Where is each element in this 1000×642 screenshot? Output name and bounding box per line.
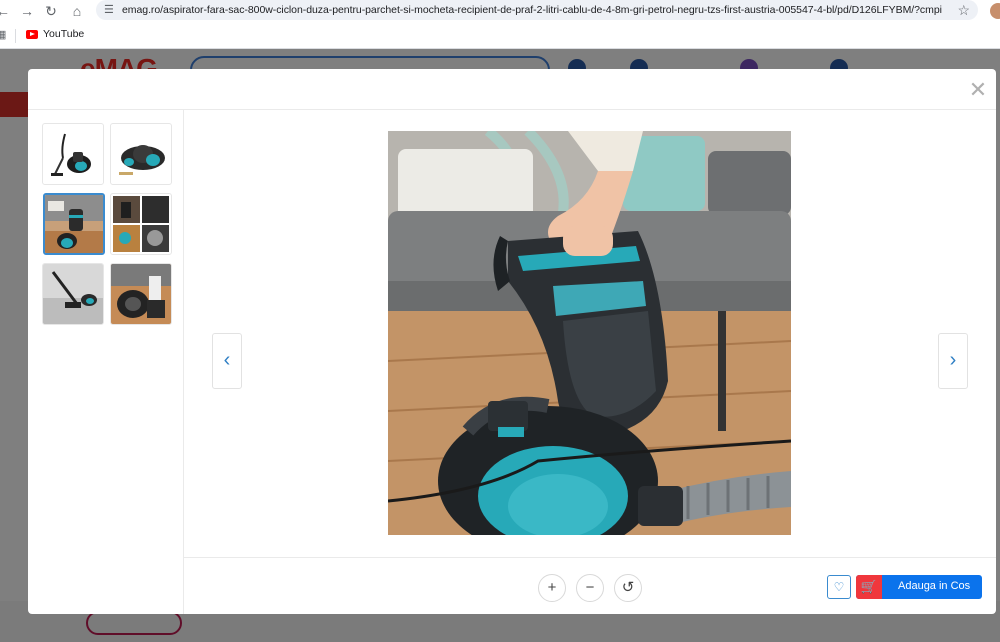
home-icon[interactable]: ⌂ bbox=[68, 2, 86, 20]
chevron-right-icon[interactable]: › bbox=[938, 333, 968, 389]
bookmarks-bar: ▦ YouTube bbox=[0, 22, 1000, 49]
modal-footer: + − ↺ ♡ 🛒 Adauga in Cos bbox=[184, 557, 996, 615]
thumbnail-5[interactable] bbox=[42, 263, 104, 325]
bookmark-youtube-label: YouTube bbox=[43, 28, 85, 40]
product-main-image[interactable] bbox=[388, 131, 791, 535]
favorite-button[interactable]: ♡ bbox=[827, 575, 851, 599]
thumbnail-1[interactable] bbox=[42, 123, 104, 185]
close-icon[interactable]: ✕ bbox=[966, 78, 990, 102]
address-bar[interactable]: ☰ emag.ro/aspirator-fara-sac-800w-ciclon… bbox=[96, 0, 978, 20]
reload-icon[interactable]: ↻ bbox=[42, 2, 60, 20]
apps-icon[interactable]: ▦ bbox=[0, 28, 6, 41]
image-gallery-modal: ✕ ‹ › + − ↺ ♡ 🛒 Adauga in Cos bbox=[28, 69, 996, 614]
main-image-viewer: ‹ › bbox=[184, 109, 996, 557]
add-to-cart-label: Adauga in Cos bbox=[898, 580, 971, 592]
thumbnail-4[interactable] bbox=[110, 193, 172, 255]
thumbnail-list bbox=[28, 109, 184, 614]
thumbnail-2[interactable] bbox=[110, 123, 172, 185]
youtube-icon bbox=[26, 29, 38, 39]
back-icon[interactable]: ← bbox=[0, 2, 12, 20]
forward-icon[interactable]: → bbox=[18, 2, 36, 20]
profile-avatar[interactable] bbox=[990, 3, 1000, 19]
thumbnail-6[interactable] bbox=[110, 263, 172, 325]
address-url[interactable]: emag.ro/aspirator-fara-sac-800w-ciclon-d… bbox=[122, 3, 942, 17]
add-to-cart-button[interactable]: 🛒 Adauga in Cos bbox=[856, 575, 982, 599]
site-settings-icon[interactable]: ☰ bbox=[104, 3, 118, 17]
cart-icon: 🛒 bbox=[856, 575, 882, 599]
bookmark-star-icon[interactable]: ☆ bbox=[957, 1, 970, 19]
zoom-in-button[interactable]: + bbox=[538, 574, 566, 602]
modal-header: ✕ bbox=[28, 69, 996, 110]
thumbnail-3[interactable] bbox=[43, 193, 105, 255]
heart-icon: ♡ bbox=[833, 580, 845, 594]
bookmarks-divider bbox=[15, 29, 16, 43]
reset-zoom-button[interactable]: ↺ bbox=[614, 574, 642, 602]
chevron-left-icon[interactable]: ‹ bbox=[212, 333, 242, 389]
zoom-out-button[interactable]: − bbox=[576, 574, 604, 602]
browser-toolbar: ← → ↻ ⌂ ☰ emag.ro/aspirator-fara-sac-800… bbox=[0, 0, 1000, 22]
bookmark-youtube[interactable]: YouTube bbox=[26, 28, 84, 40]
